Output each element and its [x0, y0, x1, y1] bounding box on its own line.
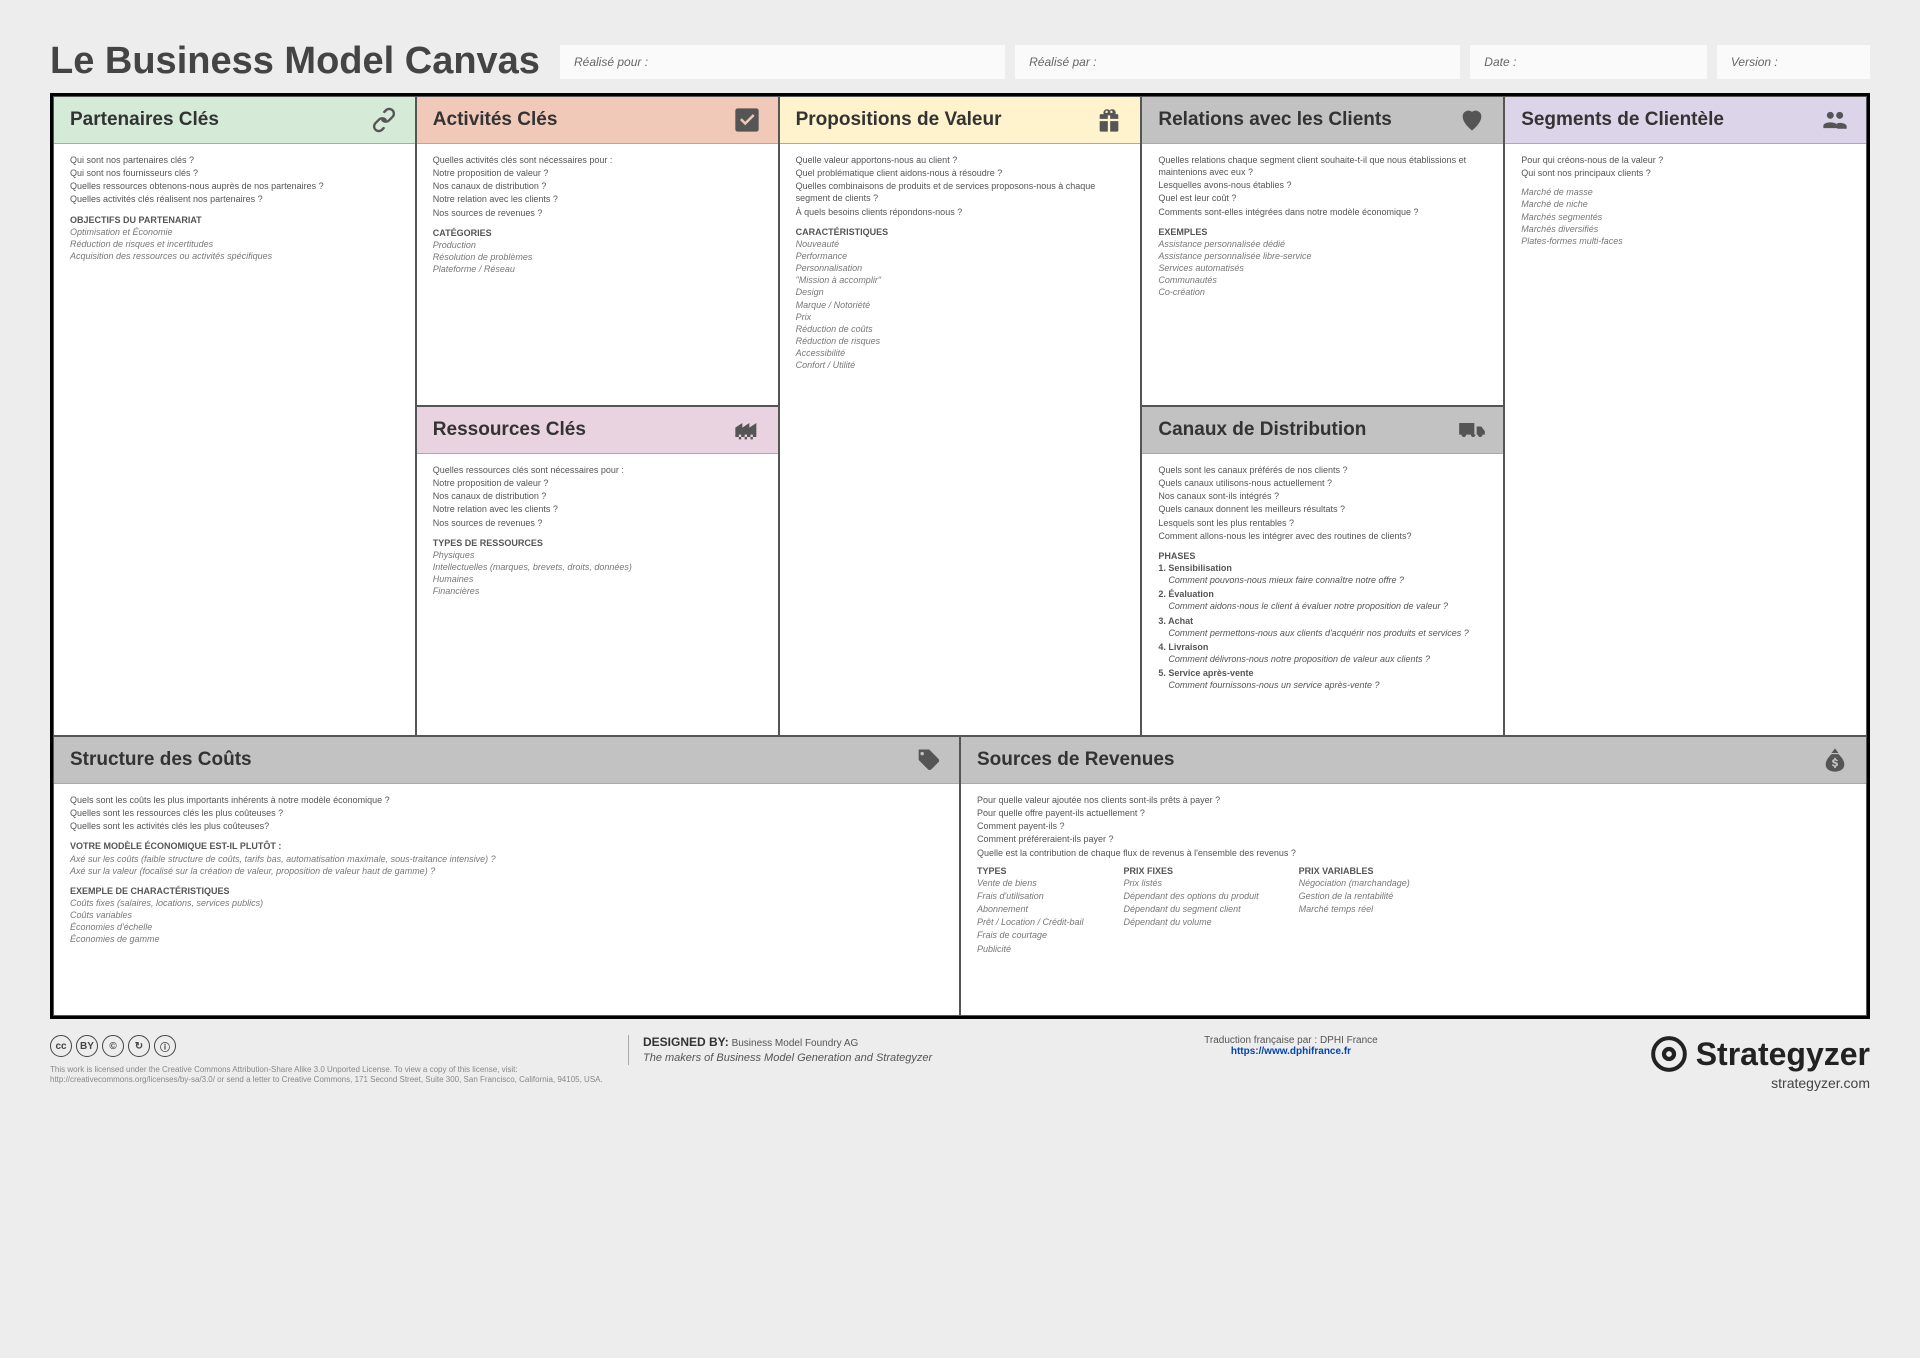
gift-icon	[1094, 105, 1124, 135]
block-title: Relations avec les Clients	[1158, 109, 1391, 131]
designed-by: DESIGNED BY: Business Model Foundry AG T…	[628, 1035, 932, 1065]
target-icon	[1650, 1035, 1688, 1073]
cost-sec1-list: Axé sur les coûts (faible structure de c…	[70, 853, 943, 877]
rev-questions: Pour quelle valeur ajoutée nos clients s…	[977, 794, 1850, 859]
cc-badge-icon: ⓘ	[154, 1035, 176, 1057]
rev-col2-title: PRIX FIXES	[1124, 865, 1259, 877]
link-icon	[369, 105, 399, 135]
ch-section-title: PHASES	[1158, 550, 1487, 562]
vp-section-list: NouveautéPerformancePersonnalisation"Mis…	[796, 238, 1125, 372]
cc-badge-icon: BY	[76, 1035, 98, 1057]
page-header: Le Business Model Canvas Réalisé pour : …	[50, 40, 1870, 83]
vp-questions: Quelle valeur apportons-nous au client ?…	[796, 154, 1125, 218]
designed-by-field[interactable]: Réalisé par :	[1015, 45, 1460, 79]
translation-link[interactable]: https://www.dphifrance.fr	[1204, 1046, 1378, 1057]
page-footer: ccBY©↻ⓘ This work is licensed under the …	[50, 1035, 1870, 1091]
heart-icon	[1457, 105, 1487, 135]
cc-badge-icon: ↻	[128, 1035, 150, 1057]
block-title: Structure des Coûts	[70, 749, 252, 771]
kr-questions: Quelles ressources clés sont nécessaires…	[433, 464, 762, 529]
ch-questions: Quels sont les canaux préférés de nos cl…	[1158, 464, 1487, 542]
kp-section-list: Optimisation et ÉconomieRéduction de ris…	[70, 226, 399, 262]
cost-sec2-title: EXEMPLE DE CHARACTÉRISTIQUES	[70, 885, 943, 897]
block-key-activities: Activités Clés Quelles activités clés so…	[416, 96, 779, 406]
block-title: Ressources Clés	[433, 419, 586, 441]
checkbox-icon	[732, 105, 762, 135]
block-key-resources: Ressources Clés Quelles ressources clés …	[416, 406, 779, 736]
vp-section-title: CARACTÉRISTIQUES	[796, 226, 1125, 238]
rev-col2-list: Prix listésDépendant des options du prod…	[1124, 877, 1259, 929]
rev-col3-title: PRIX VARIABLES	[1299, 865, 1410, 877]
designed-for-field[interactable]: Réalisé pour :	[560, 45, 1005, 79]
cost-sec2-list: Coûts fixes (salaires, locations, servic…	[70, 897, 943, 946]
ka-questions: Quelles activités clés sont nécessaires …	[433, 154, 762, 219]
canvas-title: Le Business Model Canvas	[50, 40, 540, 83]
rev-col1-title: TYPES	[977, 865, 1084, 877]
rev-col3-list: Négociation (marchandage)Gestion de la r…	[1299, 877, 1410, 915]
ch-phases: 1. SensibilisationComment pouvons-nous m…	[1158, 562, 1487, 691]
ka-section-list: ProductionRésolution de problèmesPlatefo…	[433, 239, 762, 275]
cr-questions: Quelles relations chaque segment client …	[1158, 154, 1487, 218]
block-customer-segments: Segments de Clientèle Pour qui créons-no…	[1504, 96, 1867, 736]
version-field[interactable]: Version :	[1717, 45, 1870, 79]
business-model-canvas: Partenaires Clés Qui sont nos partenaire…	[50, 93, 1870, 1019]
cc-badge-icon: ©	[102, 1035, 124, 1057]
header-fields: Réalisé pour : Réalisé par : Date : Vers…	[560, 45, 1870, 79]
people-icon	[1820, 105, 1850, 135]
brand: Strategyzer	[1650, 1035, 1870, 1073]
translation-credit: Traduction française par : DPHI France	[1204, 1035, 1378, 1046]
kr-section-title: TYPES DE RESSOURCES	[433, 537, 762, 549]
cc-badge-icon: cc	[50, 1035, 72, 1057]
designed-by-label: DESIGNED BY:	[643, 1035, 729, 1049]
cr-section-list: Assistance personnalisée dédiéAssistance…	[1158, 238, 1487, 299]
block-customer-relationships: Relations avec les Clients Quelles relat…	[1141, 96, 1504, 406]
kp-questions: Qui sont nos partenaires clés ?Qui sont …	[70, 154, 399, 206]
block-title: Sources de Revenues	[977, 749, 1174, 771]
brand-name: Strategyzer	[1696, 1036, 1870, 1073]
truck-icon	[1457, 415, 1487, 445]
block-key-partners: Partenaires Clés Qui sont nos partenaire…	[53, 96, 416, 736]
cc-badges: ccBY©↻ⓘ	[50, 1035, 610, 1057]
block-title: Propositions de Valeur	[796, 109, 1002, 131]
factory-icon	[732, 415, 762, 445]
block-cost-structure: Structure des Coûts Quels sont les coûts…	[53, 736, 960, 1016]
tag-icon	[913, 745, 943, 775]
brand-url[interactable]: strategyzer.com	[1650, 1075, 1870, 1091]
kp-section-title: OBJECTIFS DU PARTENARIAT	[70, 214, 399, 226]
date-field[interactable]: Date :	[1470, 45, 1707, 79]
block-title: Segments de Clientèle	[1521, 109, 1724, 131]
cs-section-list: Marché de masseMarché de nicheMarchés se…	[1521, 186, 1850, 247]
cs-questions: Pour qui créons-nous de la valeur ?Qui s…	[1521, 154, 1850, 179]
block-title: Activités Clés	[433, 109, 558, 131]
kr-section-list: PhysiquesIntellectuelles (marques, breve…	[433, 549, 762, 598]
block-revenue-streams: Sources de Revenues Pour quelle valeur a…	[960, 736, 1867, 1016]
license-text: This work is licensed under the Creative…	[50, 1065, 610, 1085]
money-bag-icon	[1820, 745, 1850, 775]
designed-by-name: Business Model Foundry AG	[732, 1038, 859, 1049]
rev-col1-list: Vente de biensFrais d'utilisationAbonnem…	[977, 877, 1084, 955]
block-title: Canaux de Distribution	[1158, 419, 1366, 441]
rev-columns: TYPES Vente de biensFrais d'utilisationA…	[977, 865, 1850, 956]
cost-questions: Quels sont les coûts les plus importants…	[70, 794, 943, 832]
block-channels: Canaux de Distribution Quels sont les ca…	[1141, 406, 1504, 736]
cost-sec1-title: VOTRE MODÈLE ÉCONOMIQUE EST-IL PLUTÔT :	[70, 840, 943, 852]
block-value-propositions: Propositions de Valeur Quelle valeur app…	[779, 96, 1142, 736]
ka-section-title: CATÉGORIES	[433, 227, 762, 239]
block-title: Partenaires Clés	[70, 109, 219, 131]
designed-by-sub: The makers of Business Model Generation …	[643, 1051, 932, 1065]
cr-section-title: EXEMPLES	[1158, 226, 1487, 238]
